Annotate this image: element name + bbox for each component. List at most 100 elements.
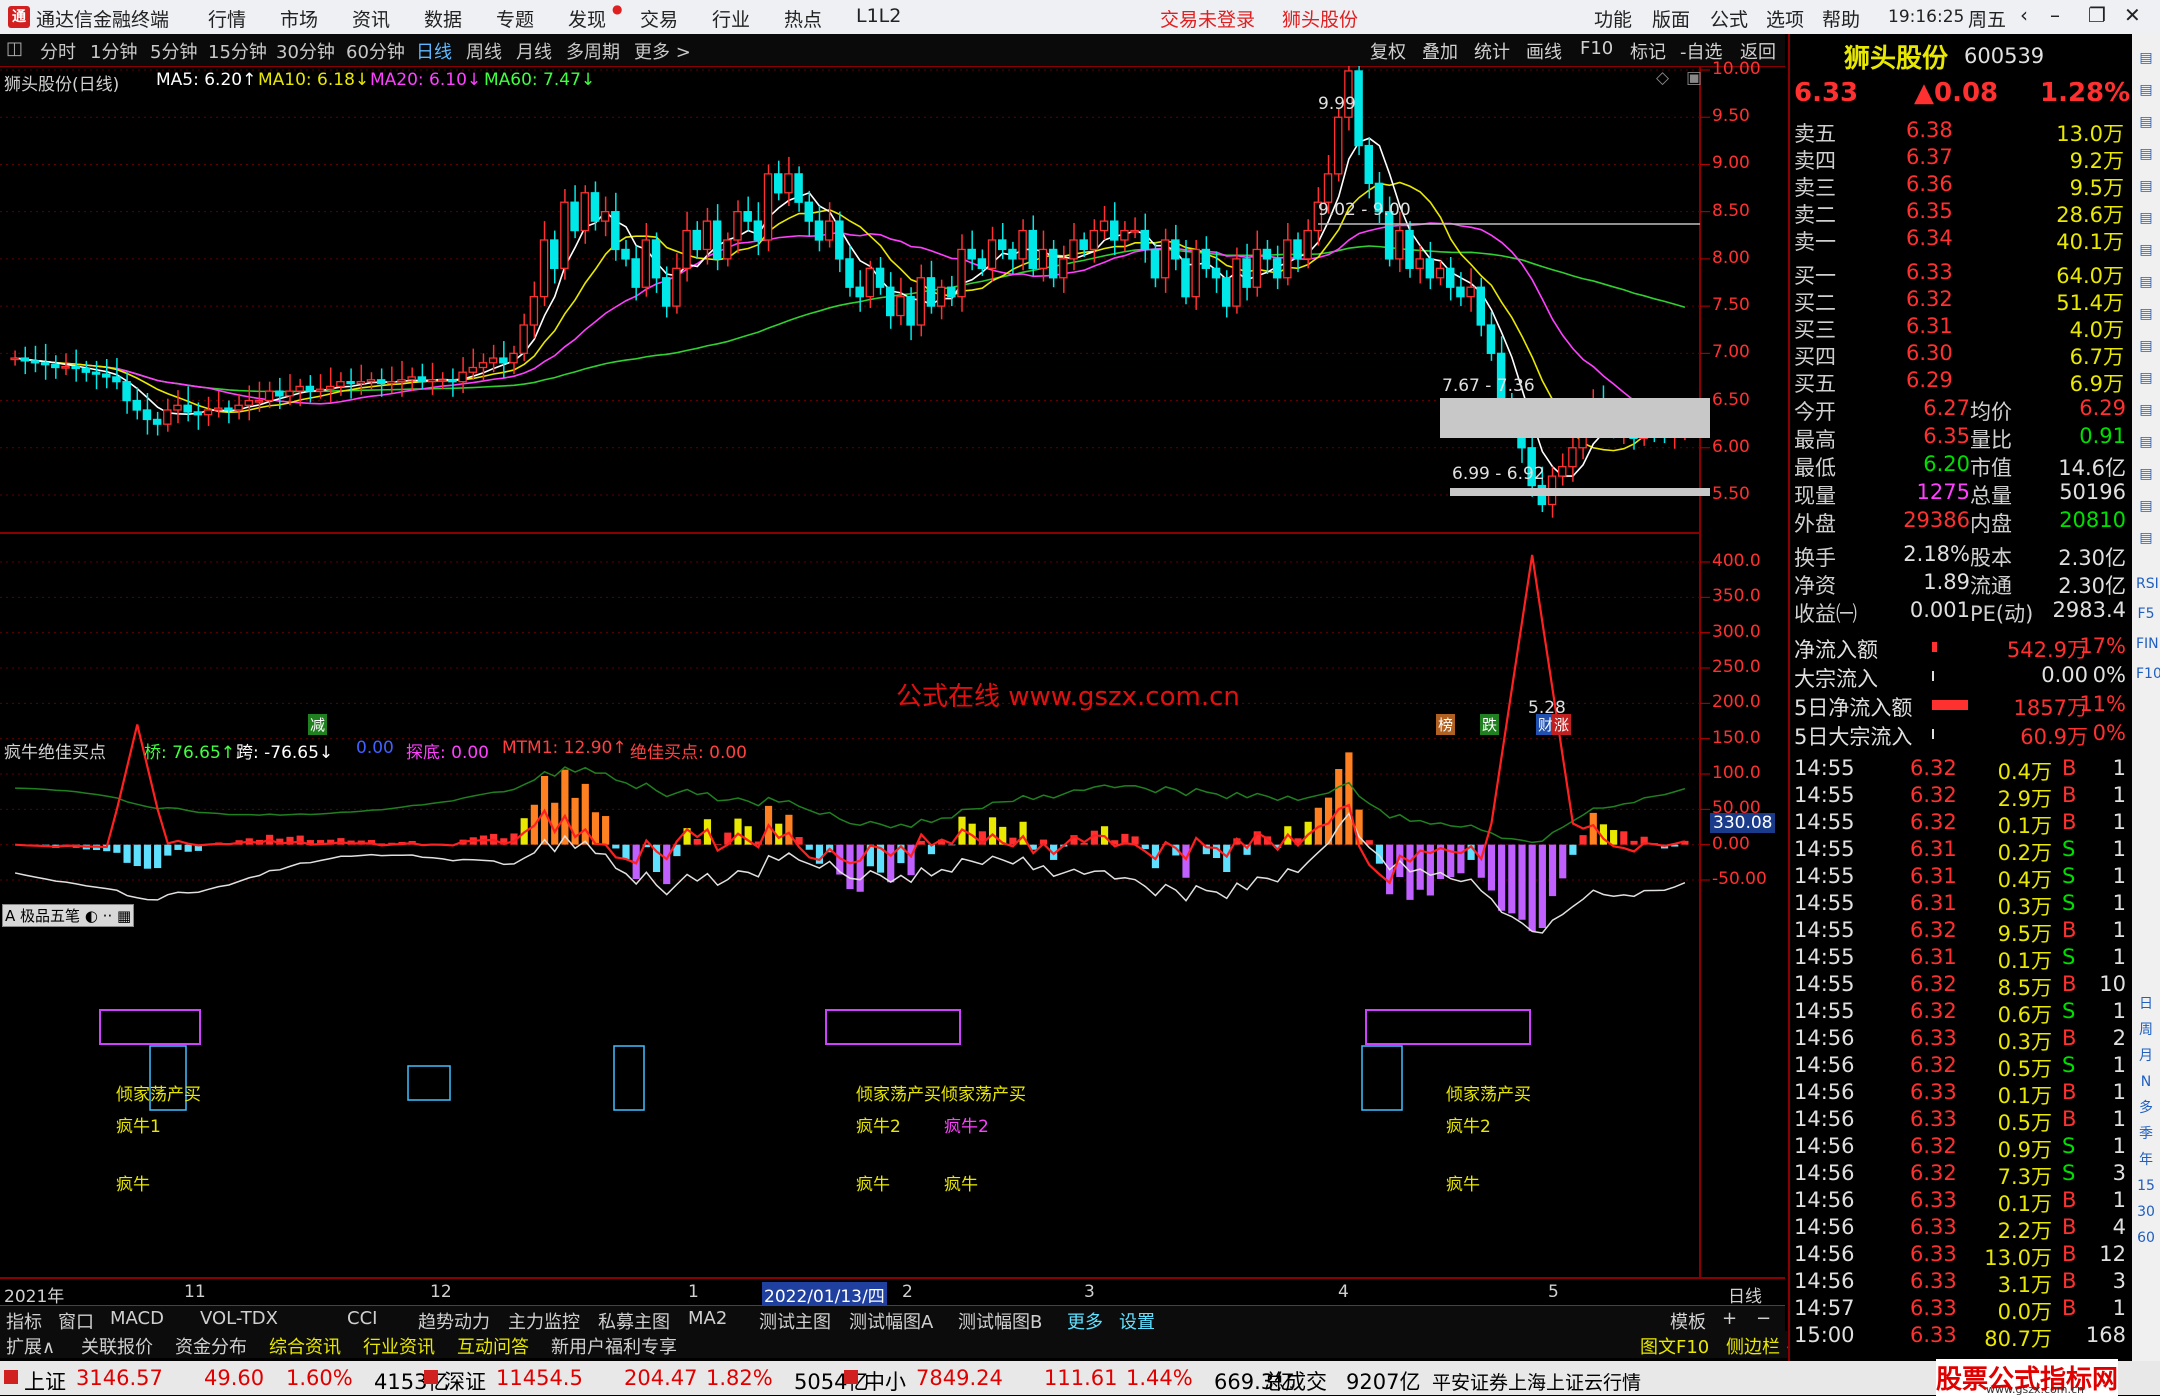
candle[interactable] [356, 381, 366, 385]
candle[interactable] [916, 277, 926, 326]
menu-faxian[interactable]: 发现 [568, 5, 606, 32]
sidebar-tool-icon[interactable]: ▤ [2136, 48, 2156, 68]
candle[interactable] [71, 365, 80, 370]
candle[interactable] [824, 220, 834, 241]
period-30min[interactable]: 30分钟 [276, 38, 335, 64]
ask-row[interactable]: 卖四 6.37 9.2万 [1792, 145, 2130, 173]
sidebar-icon[interactable]: F5 [2136, 604, 2156, 624]
candle[interactable] [213, 407, 223, 411]
tab-plus-icon[interactable]: + [1722, 1308, 1737, 1329]
tool-fuquan[interactable]: 复权 [1370, 38, 1406, 64]
candle[interactable] [285, 390, 294, 397]
bid-row[interactable]: 买五 6.29 6.9万 [1792, 368, 2130, 396]
candle[interactable] [1191, 248, 1200, 298]
candle[interactable] [91, 371, 101, 375]
window-icon[interactable]: ▣ [1686, 68, 1702, 88]
index-chg[interactable]: 111.61 [1044, 1366, 1117, 1390]
diamond-icon[interactable]: ◇ [1656, 68, 1669, 88]
candle[interactable] [488, 357, 498, 364]
index-chg[interactable]: 49.60 [204, 1366, 264, 1390]
restore-icon[interactable]: ❐ [2088, 3, 2106, 27]
candle[interactable] [81, 367, 91, 373]
sidebar-icon[interactable]: 周 [2136, 1020, 2156, 1040]
candle[interactable] [142, 409, 152, 421]
candle[interactable] [203, 409, 213, 416]
menu-zixun[interactable]: 资讯 [352, 5, 390, 32]
candle[interactable] [773, 173, 783, 194]
ask-row[interactable]: 卖二 6.35 28.6万 [1792, 199, 2130, 227]
candle[interactable] [723, 239, 732, 260]
candle[interactable] [458, 371, 467, 383]
menu-redian[interactable]: 热点 [784, 5, 822, 32]
sidebar-icon[interactable]: 多 [2136, 1098, 2156, 1118]
candle[interactable] [672, 267, 681, 307]
bid-row[interactable]: 买二 6.32 51.4万 [1792, 287, 2130, 315]
info-tab[interactable]: 行业资讯 [363, 1333, 435, 1359]
candle[interactable] [1456, 286, 1465, 298]
bid-row[interactable]: 买四 6.30 6.7万 [1792, 341, 2130, 369]
candle[interactable] [1150, 248, 1160, 279]
candle[interactable] [499, 357, 508, 364]
sidebar-tool-icon[interactable]: ▤ [2136, 368, 2156, 388]
candle[interactable] [1568, 447, 1577, 468]
candle[interactable] [1262, 248, 1272, 260]
tab-f10[interactable]: 图文F10 [1640, 1333, 1709, 1359]
candle[interactable] [163, 409, 172, 425]
sidebar-tool-icon[interactable]: ▤ [2136, 240, 2156, 260]
period-60min[interactable]: 60分钟 [346, 38, 405, 64]
candle[interactable] [10, 357, 19, 361]
menu-shichang[interactable]: 市场 [280, 5, 318, 32]
index-price[interactable]: 11454.5 [496, 1366, 583, 1390]
candle[interactable] [580, 192, 590, 232]
candle[interactable] [957, 248, 966, 298]
sidebar-icon[interactable]: 15 [2136, 1176, 2156, 1196]
candle[interactable] [40, 362, 50, 366]
info-tab[interactable]: 新用户福利专享 [551, 1333, 677, 1359]
indicator-tab[interactable]: MACD [110, 1308, 164, 1329]
sidebar-tool-icon[interactable]: ▤ [2136, 272, 2156, 292]
candle[interactable] [845, 258, 854, 288]
candle[interactable] [875, 267, 885, 288]
candle[interactable] [763, 173, 773, 241]
bid-row[interactable]: 买三 6.31 4.0万 [1792, 314, 2130, 342]
info-tab[interactable]: 关联报价 [81, 1333, 153, 1359]
candle[interactable] [1283, 239, 1292, 279]
candle[interactable] [906, 296, 915, 326]
candle[interactable] [1323, 173, 1333, 203]
candle[interactable] [702, 220, 712, 251]
candle[interactable] [590, 192, 600, 222]
candle[interactable] [865, 267, 875, 298]
candle[interactable] [1089, 229, 1099, 251]
marker-die[interactable]: 跌 [1480, 714, 1500, 735]
candle[interactable] [794, 173, 803, 203]
candle[interactable] [539, 239, 549, 298]
candle[interactable] [936, 286, 946, 307]
index-pct[interactable]: 1.82% [706, 1366, 773, 1390]
marker-jian[interactable]: 减 [308, 714, 328, 735]
panel-toggle-icon[interactable]: ◫ [6, 38, 23, 59]
candle[interactable] [295, 385, 304, 392]
candle[interactable] [183, 404, 192, 413]
period-monthly[interactable]: 月线 [516, 38, 552, 64]
candle[interactable] [1211, 267, 1221, 279]
candle[interactable] [366, 379, 376, 383]
sidebar-icon[interactable]: N [2136, 1072, 2156, 1092]
floating-ime-toolbar[interactable]: A 极品五笔 ◐ ·· ▦ [2, 904, 135, 927]
candle[interactable] [275, 390, 284, 397]
candle[interactable] [1018, 229, 1027, 260]
menu-banmian[interactable]: 版面 [1652, 5, 1690, 32]
sidebar-tool-icon[interactable]: ▤ [2136, 208, 2156, 228]
tool-f10[interactable]: F10 [1580, 38, 1613, 59]
candle[interactable] [611, 211, 620, 251]
ask-row[interactable]: 卖五 6.38 13.0万 [1792, 118, 2130, 146]
ask-row[interactable]: 卖三 6.36 9.5万 [1792, 172, 2130, 200]
candle[interactable] [947, 286, 956, 298]
sidebar-tool-icon[interactable]: ▤ [2136, 336, 2156, 356]
candle[interactable] [478, 362, 488, 369]
candle[interactable] [661, 277, 671, 307]
candle[interactable] [509, 352, 518, 364]
sidebar-tool-icon[interactable]: ▤ [2136, 496, 2156, 516]
candle[interactable] [1038, 248, 1048, 269]
candle[interactable] [896, 296, 905, 317]
candle[interactable] [315, 388, 325, 392]
